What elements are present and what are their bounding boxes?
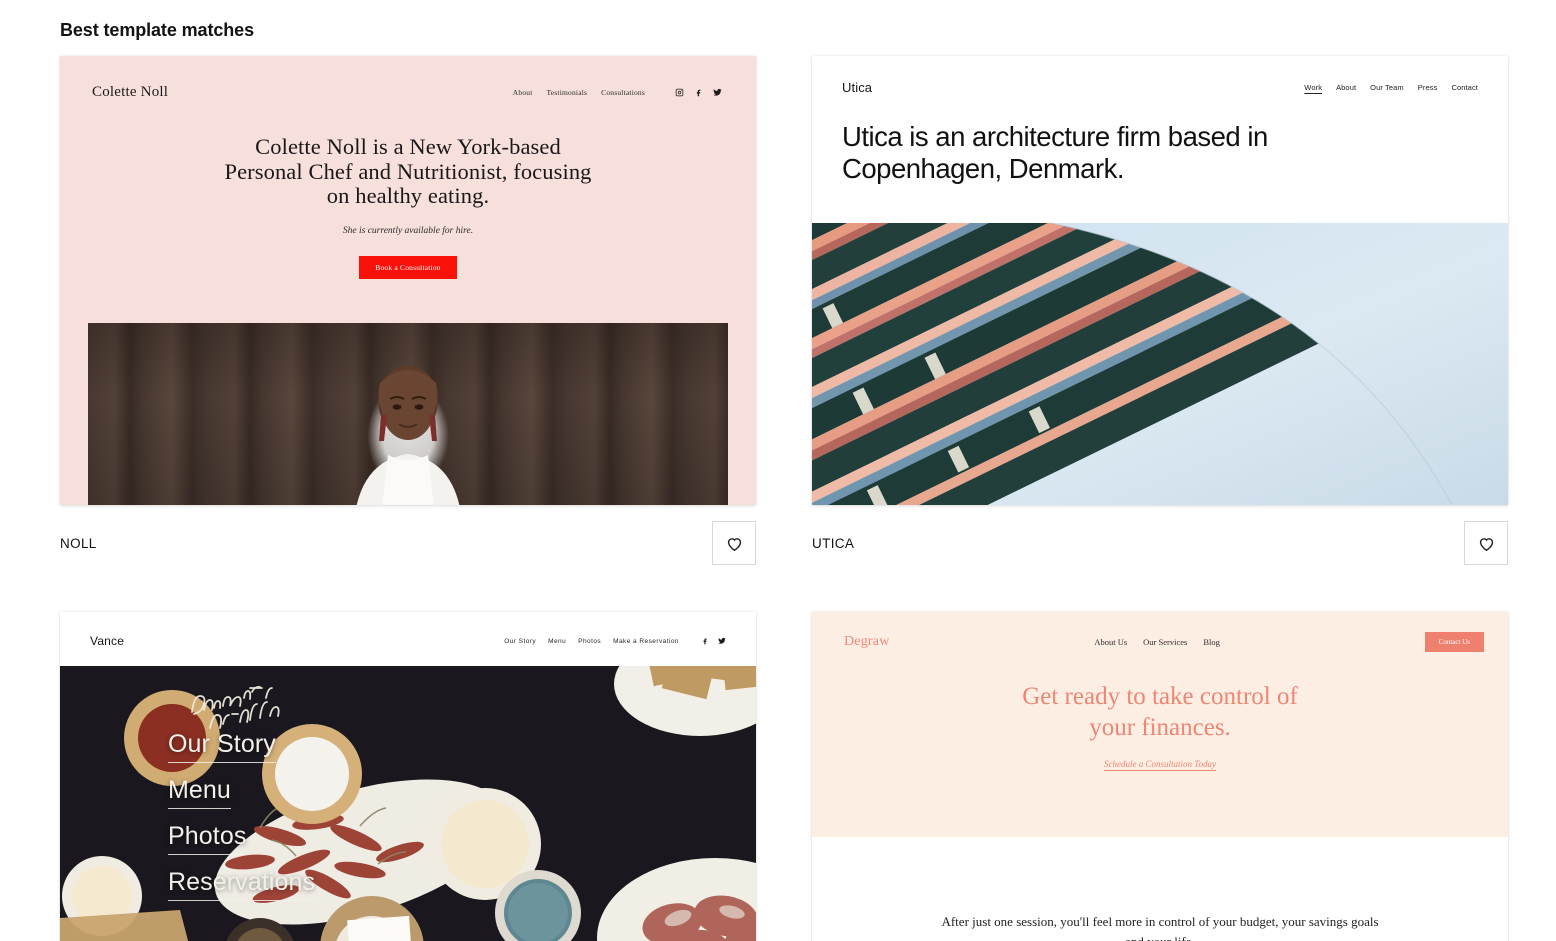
noll-site: Colette Noll About Testimonials Consulta… bbox=[60, 56, 756, 505]
vance-overlay-menu[interactable]: Menu bbox=[168, 776, 231, 809]
noll-nav-consultations[interactable]: Consultations bbox=[601, 88, 645, 97]
heart-icon bbox=[727, 537, 741, 551]
degraw-body-section: After just one session, you'll feel more… bbox=[812, 837, 1508, 941]
vance-nav-our-story[interactable]: Our Story bbox=[504, 638, 536, 645]
dark-food-flatlay-photo bbox=[60, 666, 756, 941]
utica-site: Utica Work About Our Team Press Contact … bbox=[812, 56, 1508, 505]
utica-nav-our-team[interactable]: Our Team bbox=[1370, 83, 1404, 92]
noll-nav-testimonials[interactable]: Testimonials bbox=[547, 88, 588, 97]
utica-nav-press[interactable]: Press bbox=[1418, 83, 1438, 92]
utica-nav-about[interactable]: About bbox=[1336, 83, 1356, 92]
template-preview-utica[interactable]: Utica Work About Our Team Press Contact … bbox=[812, 56, 1508, 505]
vance-nav-reservation[interactable]: Make a Reservation bbox=[613, 638, 679, 645]
template-card-noll[interactable]: Colette Noll About Testimonials Consulta… bbox=[60, 56, 756, 565]
degraw-heading: Get ready to take control of your financ… bbox=[812, 682, 1508, 743]
utica-logo: Utica bbox=[842, 80, 873, 95]
noll-heading-line-2: Personal Chef and Nutritionist, focusing bbox=[224, 158, 592, 184]
degraw-nav-about-us[interactable]: About Us bbox=[1094, 637, 1127, 647]
degraw-logo: Degraw bbox=[844, 634, 890, 649]
heart-icon bbox=[1479, 537, 1493, 551]
template-card-vance[interactable]: Vance Our Story Menu Photos Make a Reser… bbox=[60, 612, 756, 941]
vance-logo: Vance bbox=[90, 634, 125, 648]
noll-heading-line-1: Colette Noll is a New York-based bbox=[255, 134, 561, 159]
vance-nav-photos[interactable]: Photos bbox=[578, 638, 601, 645]
page-title: Best template matches bbox=[60, 20, 254, 40]
template-preview-vance[interactable]: Vance Our Story Menu Photos Make a Reser… bbox=[60, 612, 756, 941]
template-name-noll: NOLL bbox=[60, 535, 97, 551]
template-name-utica: UTICA bbox=[812, 535, 855, 551]
utica-nav-contact[interactable]: Contact bbox=[1451, 83, 1478, 92]
noll-navbar: Colette Noll About Testimonials Consulta… bbox=[60, 56, 756, 101]
degraw-contact-button[interactable]: Contact Us bbox=[1424, 632, 1484, 652]
colorful-curved-building-facade-photo bbox=[812, 223, 1508, 505]
degraw-hero-text: Get ready to take control of your financ… bbox=[812, 652, 1508, 772]
favorite-button-noll[interactable] bbox=[712, 521, 756, 565]
vance-overlay-our-story[interactable]: Our Story bbox=[168, 730, 276, 763]
noll-logo: Colette Noll bbox=[92, 84, 169, 100]
noll-social-icons bbox=[675, 88, 722, 97]
noll-heading-line-3: on healthy eating. bbox=[326, 183, 490, 209]
template-results-page: Best template matches Colette Noll About… bbox=[0, 0, 1556, 941]
utica-heading-line-2: Copenhagen, Denmark. bbox=[842, 152, 1125, 184]
vance-nav-menu[interactable]: Menu bbox=[548, 638, 566, 645]
degraw-hero-section: Degraw About Us Our Services Blog Contac… bbox=[812, 612, 1508, 837]
utica-navbar: Utica Work About Our Team Press Contact bbox=[812, 56, 1508, 95]
utica-heading-line-1: Utica is an architecture firm based in bbox=[842, 121, 1268, 152]
template-grid: Colette Noll About Testimonials Consulta… bbox=[60, 56, 1508, 941]
noll-cta-button[interactable]: Book a Consultation bbox=[359, 255, 457, 279]
favorite-button-utica[interactable] bbox=[1464, 521, 1508, 565]
vance-overlay-menu: Our Story Menu Photos Reservations bbox=[168, 730, 316, 901]
vance-overlay-reservations[interactable]: Reservations bbox=[168, 868, 316, 901]
utica-nav-work[interactable]: Work bbox=[1304, 83, 1322, 92]
utica-heading: Utica is an architecture firm based in C… bbox=[812, 95, 1508, 185]
template-card-degraw[interactable]: Degraw About Us Our Services Blog Contac… bbox=[812, 612, 1508, 941]
facebook-icon[interactable] bbox=[701, 637, 709, 645]
noll-nav-about[interactable]: About bbox=[513, 88, 533, 97]
vance-site: Vance Our Story Menu Photos Make a Reser… bbox=[60, 612, 756, 941]
vance-overlay-photos[interactable]: Photos bbox=[168, 822, 247, 855]
instagram-icon[interactable] bbox=[675, 88, 684, 97]
degraw-nav-our-services[interactable]: Our Services bbox=[1143, 637, 1187, 647]
noll-subheading: She is currently available for hire. bbox=[342, 225, 474, 236]
vance-social-icons bbox=[701, 637, 726, 645]
degraw-navbar: Degraw About Us Our Services Blog Contac… bbox=[812, 612, 1508, 652]
noll-nav-links: About Testimonials Consultations bbox=[513, 88, 722, 97]
degraw-heading-line-1: Get ready to take control of bbox=[1022, 683, 1298, 710]
degraw-nav-links: About Us Our Services Blog bbox=[1094, 637, 1220, 647]
noll-heading: Colette Noll is a New York-based Persona… bbox=[60, 134, 756, 209]
noll-hero: Colette Noll is a New York-based Persona… bbox=[60, 101, 756, 279]
template-preview-noll[interactable]: Colette Noll About Testimonials Consulta… bbox=[60, 56, 756, 505]
template-preview-degraw[interactable]: Degraw About Us Our Services Blog Contac… bbox=[812, 612, 1508, 941]
twitter-icon[interactable] bbox=[713, 88, 722, 97]
card-footer-noll: NOLL bbox=[60, 505, 756, 565]
card-footer-utica: UTICA bbox=[812, 505, 1508, 565]
degraw-site: Degraw About Us Our Services Blog Contac… bbox=[812, 612, 1508, 941]
utica-nav-links: Work About Our Team Press Contact bbox=[1304, 83, 1478, 92]
degraw-body-text: After just one session, you'll feel more… bbox=[941, 914, 1379, 941]
twitter-icon[interactable] bbox=[718, 637, 726, 645]
template-card-utica[interactable]: Utica Work About Our Team Press Contact … bbox=[812, 56, 1508, 565]
degraw-nav-blog[interactable]: Blog bbox=[1203, 637, 1220, 647]
chef-portrait-photo bbox=[88, 323, 728, 505]
vance-nav-links: Our Story Menu Photos Make a Reservation bbox=[504, 637, 726, 645]
facebook-icon[interactable] bbox=[694, 88, 703, 97]
vance-navbar: Vance Our Story Menu Photos Make a Reser… bbox=[60, 612, 756, 648]
degraw-schedule-link[interactable]: Schedule a Consultation Today bbox=[1104, 759, 1216, 769]
degraw-heading-line-2: your finances. bbox=[1089, 713, 1231, 741]
